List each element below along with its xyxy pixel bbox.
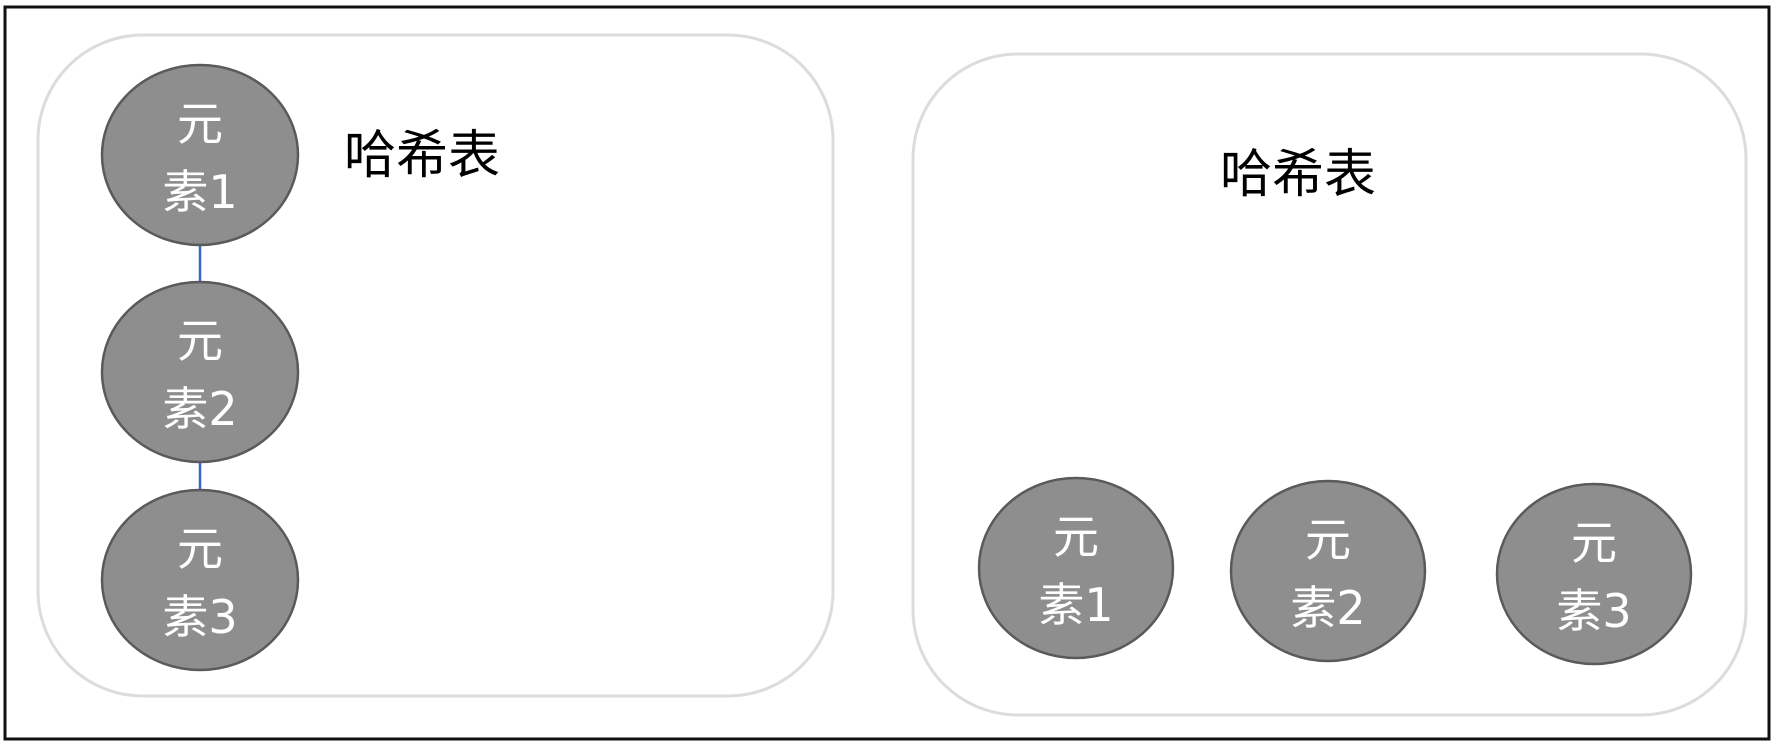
right-node-3-line1: 元 — [1571, 516, 1617, 570]
right-node-2-line1: 元 — [1305, 513, 1351, 567]
right-node-3: 元 素3 — [1495, 482, 1693, 666]
right-node-2: 元 素2 — [1229, 479, 1427, 663]
left-panel: 哈希表 元 素1 元 素2 元 素3 — [36, 33, 835, 698]
diagram-svg: 哈希表 元 素1 元 素2 元 素3 哈希表 元 素1 元 素2 元 素3 — [3, 5, 1771, 741]
right-node-2-line2: 素2 — [1290, 581, 1365, 635]
left-node-1: 元 素1 — [100, 63, 300, 247]
right-panel: 哈希表 元 素1 元 素2 元 素3 — [911, 52, 1748, 717]
left-node-3: 元 素3 — [100, 488, 300, 672]
right-node-1: 元 素1 — [977, 476, 1175, 660]
left-node-2-line2: 素2 — [162, 382, 237, 436]
diagram-canvas: 哈希表 元 素1 元 素2 元 素3 哈希表 元 素1 元 素2 元 素3 — [0, 0, 1774, 745]
left-node-2-line1: 元 — [177, 314, 223, 368]
right-node-1-line1: 元 — [1053, 510, 1099, 564]
right-node-1-line2: 素1 — [1038, 578, 1113, 632]
left-node-3-line1: 元 — [177, 522, 223, 576]
left-panel-title: 哈希表 — [344, 126, 500, 186]
right-node-3-line2: 素3 — [1556, 584, 1631, 638]
left-node-2: 元 素2 — [100, 280, 300, 464]
left-node-3-line2: 素3 — [162, 590, 237, 644]
left-node-1-line1: 元 — [177, 97, 223, 151]
right-panel-title: 哈希表 — [1220, 145, 1376, 205]
left-node-1-line2: 素1 — [162, 165, 237, 219]
